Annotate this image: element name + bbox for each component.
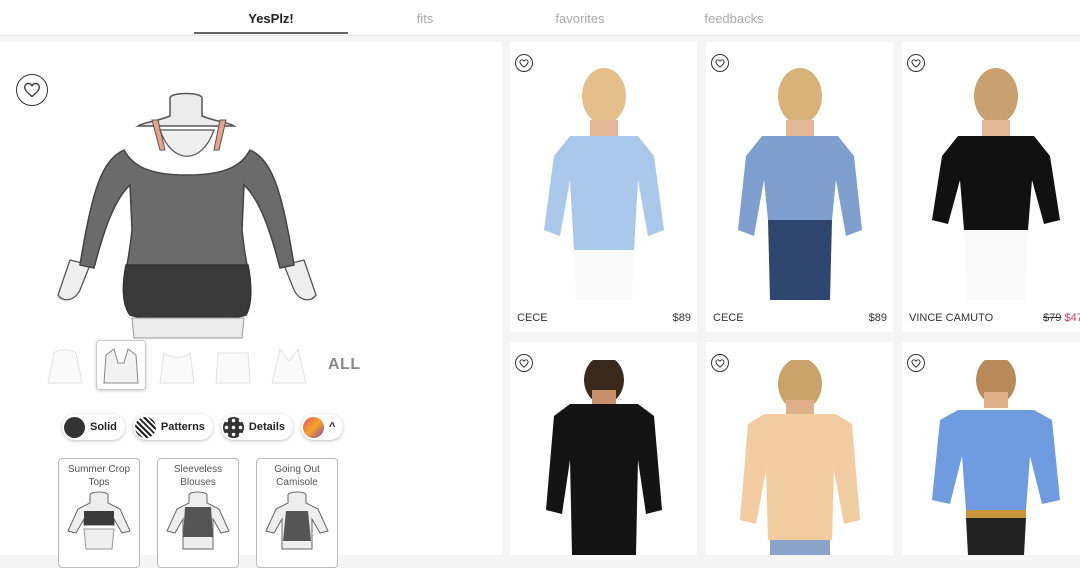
product-image [738, 68, 862, 300]
filter-patterns-button[interactable]: Patterns [132, 414, 213, 440]
all-option[interactable]: ALL [328, 356, 361, 374]
filter-label: Solid [90, 421, 117, 433]
pattern-swirl-icon [134, 416, 156, 438]
heart-outline-icon [911, 58, 921, 68]
product-card[interactable]: CECE $89 [510, 42, 697, 332]
product-card[interactable] [902, 342, 1080, 555]
category-label: Summer Crop Tops [67, 464, 131, 488]
filter-solid-button[interactable]: Solid [62, 414, 125, 440]
top-body [79, 149, 295, 271]
tab-yesplz[interactable]: YesPlz! [194, 0, 348, 34]
product-price: $89 [868, 312, 887, 324]
solid-circle-icon [64, 416, 85, 438]
camisole-illustration [265, 491, 329, 550]
product-brand: VINCE CAMUTO [909, 312, 994, 324]
top-navigation: YesPlz! fits favorites feedbacks [0, 0, 1080, 36]
color-picker-button[interactable]: ^ [301, 414, 344, 440]
product-image [740, 360, 860, 555]
tab-fits[interactable]: fits [348, 0, 502, 34]
filter-chips: Solid Patterns Details ^ [62, 414, 351, 440]
category-card[interactable]: Summer Crop Tops [58, 458, 140, 568]
category-label: Sleeveless Blouses [173, 464, 223, 488]
thumbnail-option[interactable] [152, 340, 202, 390]
color-wheel-icon [303, 416, 324, 438]
chevron-up-icon: ^ [329, 421, 336, 433]
thumbnail-option[interactable] [40, 340, 90, 390]
category-card[interactable]: Going Out Camisole [256, 458, 338, 568]
product-card[interactable]: VINCE CAMUTO $79 $47.4 [902, 42, 1080, 332]
heart-outline-icon [24, 82, 40, 98]
heart-outline-icon [715, 58, 725, 68]
crop-top-illustration [67, 491, 131, 550]
style-builder-panel: ALL Solid Patterns Details ^ Summer Crop… [0, 42, 502, 568]
heart-outline-icon [519, 358, 529, 368]
category-card[interactable]: Sleeveless Blouses [157, 458, 239, 568]
heart-outline-icon [519, 58, 529, 68]
product-image [932, 68, 1060, 300]
heart-outline-icon [715, 358, 725, 368]
sleeveless-blouse-illustration [166, 491, 230, 550]
favorite-style-button[interactable] [16, 74, 48, 106]
category-suggestions: Summer Crop Tops Sleeveless Blouses Goin… [58, 458, 355, 568]
product-image [544, 68, 664, 300]
product-image [546, 360, 662, 555]
filter-label: Patterns [160, 421, 205, 433]
dots-grid-icon [222, 416, 244, 438]
product-card[interactable] [510, 342, 697, 555]
category-label: Going Out Camisole [274, 464, 320, 488]
neckline-thumbnails: ALL [40, 340, 361, 390]
product-price: $89 [672, 312, 691, 324]
product-card[interactable]: CECE $89 [706, 42, 893, 332]
thumbnail-option[interactable] [264, 340, 314, 390]
product-brand: CECE [517, 312, 548, 324]
product-brand: CECE [713, 312, 744, 324]
bottom-garment [122, 264, 252, 321]
product-price: $79 $47.4 [1043, 312, 1080, 324]
filter-details-button[interactable]: Details [220, 414, 293, 440]
thumbnail-option[interactable] [208, 340, 258, 390]
thumbnail-option-selected[interactable] [96, 340, 146, 390]
product-card[interactable] [706, 342, 893, 555]
heart-outline-icon [911, 358, 921, 368]
mannequin-top-preview[interactable] [52, 90, 332, 340]
tab-favorites[interactable]: favorites [503, 0, 657, 34]
filter-label: Details [248, 421, 285, 433]
tab-feedbacks[interactable]: feedbacks [657, 0, 811, 34]
product-image [932, 360, 1060, 555]
